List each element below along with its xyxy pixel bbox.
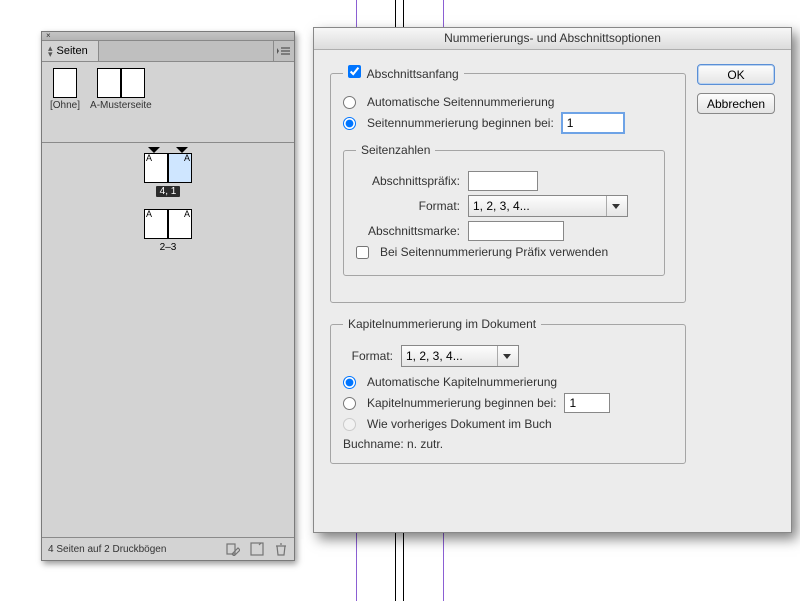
start-page-numbering-at-input[interactable] [562,113,624,133]
section-marker-label: Abschnittsmarke: [356,224,460,238]
panel-menu-button[interactable] [273,41,294,61]
section-prefix-label: Abschnittspräfix: [356,174,460,188]
numbering-options-dialog: Nummerierungs- und Abschnittsoptionen OK… [313,27,792,533]
chapter-format-value: 1, 2, 3, 4... [406,349,463,363]
panel-close-bar[interactable]: × [42,32,294,41]
panel-tab-row: ▴▾ Seiten [42,41,294,62]
expand-collapse-icon: ▴▾ [48,45,53,57]
spread-1[interactable]: A A 4, 1 [144,153,192,197]
spread-label: 4, 1 [156,186,181,197]
cancel-button[interactable]: Abbrechen [697,93,775,114]
master-pages-section: [Ohne] A-Musterseite [42,62,294,143]
spread-label: 2–3 [156,242,181,253]
start-chapter-numbering-at-input[interactable] [564,393,610,413]
page-numbers-legend: Seitenzahlen [356,143,435,157]
start-chapter-numbering-at-label: Kapitelnummerierung beginnen bei: [367,396,556,410]
trash-icon[interactable] [274,542,288,556]
auto-page-numbering-radio[interactable] [343,96,356,109]
use-prefix-label: Bei Seitennummerierung Präfix verwenden [380,245,608,259]
master-label: A-Musterseite [90,100,152,111]
auto-chapter-numbering-label: Automatische Kapitelnummerierung [367,375,557,389]
master-label: [Ohne] [50,100,80,111]
document-pages-section: A A 4, 1 A A 2–3 [42,143,294,505]
ok-button[interactable]: OK [697,64,775,85]
section-marker-input[interactable] [468,221,564,241]
spread-2[interactable]: A A 2–3 [144,209,192,253]
page-number-format-value: 1, 2, 3, 4... [473,199,530,213]
page-numbers-fieldset: Seitenzahlen Abschnittspräfix: Format: 1… [343,143,665,276]
dialog-title: Nummerierungs- und Abschnittsoptionen [314,28,791,50]
start-page-numbering-at-label: Seitennummerierung beginnen bei: [367,116,554,130]
hamburger-menu-icon [277,45,291,57]
master-a[interactable]: A-Musterseite [90,68,152,111]
use-prefix-checkbox[interactable] [356,246,369,259]
master-none[interactable]: [Ohne] [50,68,80,111]
section-start-legend: Abschnittsanfang [367,67,459,81]
chapter-format-select[interactable]: 1, 2, 3, 4... [401,345,519,367]
start-page-numbering-at-radio[interactable] [343,117,356,130]
same-as-previous-label: Wie vorheriges Dokument im Buch [367,417,552,431]
page-number-format-label: Format: [356,199,460,213]
section-start-marker-icon [176,147,188,153]
chevron-down-icon [497,346,516,366]
section-start-marker-icon [148,147,160,153]
auto-chapter-numbering-radio[interactable] [343,376,356,389]
footer-status: 4 Seiten auf 2 Druckbögen [48,544,166,555]
start-chapter-numbering-at-radio[interactable] [343,397,356,410]
new-page-icon[interactable] [250,542,264,556]
section-prefix-input[interactable] [468,171,538,191]
same-as-previous-radio [343,418,356,431]
chapter-format-label: Format: [343,349,393,363]
section-start-fieldset: Abschnittsanfang Automatische Seitennumm… [330,65,686,303]
tab-label: Seiten [57,45,88,57]
auto-page-numbering-label: Automatische Seitennummerierung [367,95,554,109]
section-start-checkbox[interactable] [348,65,361,78]
chapter-numbering-fieldset: Kapitelnummerierung im Dokument Format: … [330,317,686,464]
pages-panel: × ▴▾ Seiten [Ohne] A-Musterseite A A [41,31,295,561]
panel-footer: 4 Seiten auf 2 Druckbögen [42,537,294,560]
page-number-format-select[interactable]: 1, 2, 3, 4... [468,195,628,217]
tab-pages[interactable]: ▴▾ Seiten [42,41,99,61]
book-name-label: Buchname: n. zutr. [343,437,673,451]
edit-page-icon[interactable] [226,542,240,556]
chevron-down-icon [606,196,625,216]
chapter-numbering-legend: Kapitelnummerierung im Dokument [343,317,541,331]
